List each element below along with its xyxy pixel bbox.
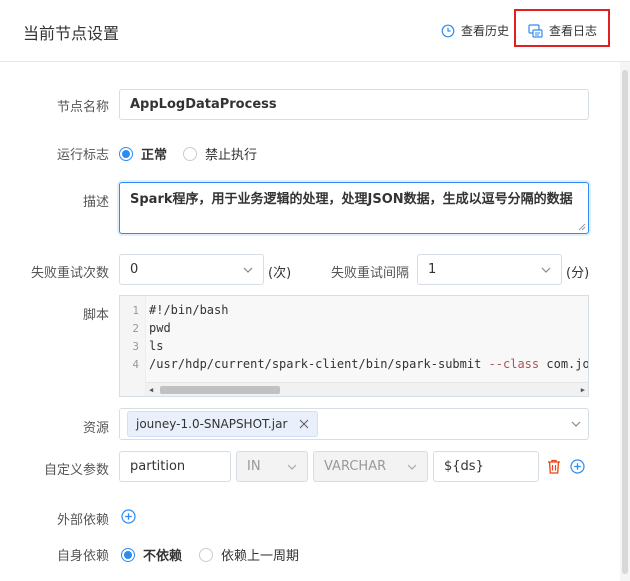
resource-tag-label: jouney-1.0-SNAPSHOT.jar <box>136 417 288 431</box>
retry-interval-select[interactable]: 1 <box>417 254 562 285</box>
chevron-down-icon <box>287 464 297 470</box>
radio-unchecked-icon <box>183 146 197 161</box>
self-dep-none-label: 不依赖 <box>143 549 183 564</box>
run-flag-normal-radio[interactable]: 正常 <box>119 144 167 163</box>
custom-param-label: 自定义参数 <box>43 463 109 478</box>
view-history-button[interactable]: 查看历史 <box>441 22 509 39</box>
param-direction-select[interactable]: IN <box>236 451 308 482</box>
retry-interval-label: 失败重试间隔 <box>330 266 409 281</box>
retry-count-select[interactable]: 0 <box>119 254 264 285</box>
close-icon[interactable] <box>299 419 309 429</box>
line-number: 2 <box>132 322 139 335</box>
line-number: 3 <box>132 340 139 353</box>
script-editor[interactable]: 1 2 3 4 #!/bin/bash pwd ls /usr/hdp/curr… <box>119 295 589 397</box>
view-log-label: 查看日志 <box>549 24 598 38</box>
node-name-label: 节点名称 <box>56 100 109 115</box>
chevron-down-icon <box>541 267 551 273</box>
scroll-right-icon[interactable]: ▶ <box>581 386 585 394</box>
param-name-input[interactable]: partition <box>119 451 231 482</box>
editor-scroll-thumb[interactable] <box>160 386 280 394</box>
view-log-button[interactable]: 查看日志 <box>528 22 597 39</box>
run-flag-disabled-label: 禁止执行 <box>205 148 258 163</box>
self-dep-previous-label: 依赖上一周期 <box>221 549 300 564</box>
scroll-left-icon[interactable]: ◀ <box>149 386 153 394</box>
code-line: ls <box>149 339 164 353</box>
code-line: #!/bin/bash <box>149 303 229 317</box>
resource-tag: jouney-1.0-SNAPSHOT.jar <box>127 411 319 437</box>
run-flag-normal-label: 正常 <box>141 148 168 163</box>
description-text: Spark程序，用于业务逻辑的处理，处理JSON数据，生成以逗号分隔的数据 <box>130 192 573 207</box>
code-line: /usr/hdp/current/spark-client/bin/spark-… <box>149 357 589 371</box>
param-value-input[interactable]: ${ds} <box>433 451 539 482</box>
radio-checked-icon <box>119 146 133 161</box>
add-param-icon[interactable] <box>570 459 585 474</box>
resize-handle-icon[interactable] <box>578 223 586 231</box>
add-dependency-icon[interactable] <box>121 509 136 524</box>
panel-scrollbar-thumb[interactable] <box>622 70 628 574</box>
node-name-input[interactable]: AppLogDataProcess <box>119 89 589 120</box>
line-number: 4 <box>132 358 139 371</box>
run-flag-disabled-radio[interactable]: 禁止执行 <box>183 144 257 163</box>
resource-select[interactable]: jouney-1.0-SNAPSHOT.jar <box>119 408 589 440</box>
panel-title: 当前节点设置 <box>23 24 120 43</box>
line-number: 1 <box>132 304 139 317</box>
param-type-value: VARCHAR <box>324 459 387 474</box>
retry-count-label: 失败重试次数 <box>30 266 109 281</box>
self-dep-none-radio[interactable]: 不依赖 <box>121 545 182 564</box>
external-dependency-label: 外部依赖 <box>56 513 109 528</box>
retry-count-value: 0 <box>130 262 139 277</box>
run-flag-label: 运行标志 <box>56 148 109 163</box>
trash-icon[interactable] <box>547 459 561 474</box>
script-label: 脚本 <box>82 308 109 323</box>
history-clock-icon <box>441 24 455 37</box>
self-dep-previous-radio[interactable]: 依赖上一周期 <box>199 545 299 564</box>
code-line: pwd <box>149 321 171 335</box>
line-gutter: 1 2 3 4 <box>120 296 146 396</box>
editor-horizontal-scrollbar[interactable]: ◀ ▶ <box>146 382 588 396</box>
chevron-down-icon <box>407 464 417 470</box>
param-type-select[interactable]: VARCHAR <box>313 451 428 482</box>
description-textarea[interactable]: Spark程序，用于业务逻辑的处理，处理JSON数据，生成以逗号分隔的数据 <box>119 182 589 234</box>
self-dependency-label: 自身依赖 <box>56 549 109 564</box>
retry-count-unit: (次) <box>268 266 292 281</box>
description-label: 描述 <box>82 195 109 210</box>
radio-checked-icon <box>121 547 135 562</box>
log-document-icon <box>528 23 543 38</box>
chevron-down-icon <box>243 267 253 273</box>
param-direction-value: IN <box>247 459 261 474</box>
retry-interval-unit: (分) <box>566 266 590 281</box>
view-history-label: 查看历史 <box>461 24 510 38</box>
retry-interval-value: 1 <box>428 262 437 277</box>
chevron-down-icon <box>571 421 581 427</box>
panel-header: 当前节点设置 查看历史 查看日志 <box>0 0 630 62</box>
radio-unchecked-icon <box>199 547 213 562</box>
resource-label: 资源 <box>82 421 109 436</box>
